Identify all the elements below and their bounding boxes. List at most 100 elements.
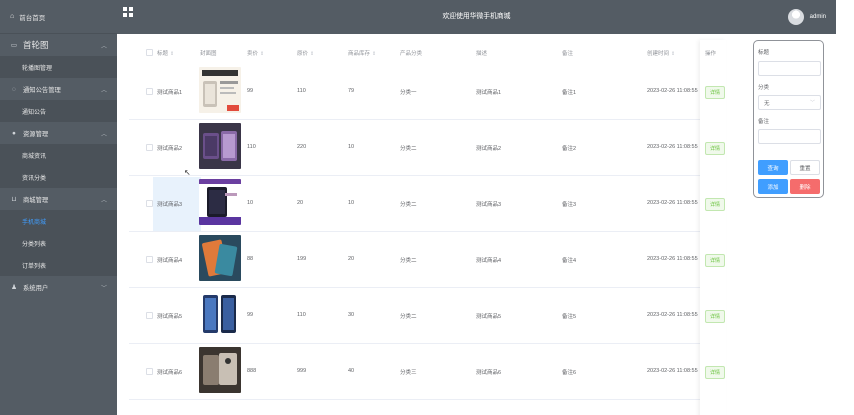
product-thumbnail bbox=[199, 347, 241, 393]
detail-button[interactable]: 详情 bbox=[705, 142, 725, 155]
sidebar-group-mall[interactable]: ⊔ 商城管理 ︿ bbox=[0, 188, 117, 210]
home-icon: ⌂ bbox=[10, 13, 15, 20]
sidebar-brand-home[interactable]: ⌂ 前台首页 bbox=[0, 0, 117, 34]
row-checkbox[interactable] bbox=[146, 200, 153, 207]
username[interactable]: admin bbox=[810, 14, 826, 20]
page-scrollbar[interactable] bbox=[836, 0, 854, 415]
filter-note-input[interactable] bbox=[758, 129, 821, 144]
filter-title-label: 标题 bbox=[758, 50, 770, 56]
filter-title-input[interactable] bbox=[758, 61, 821, 76]
sidebar-item-category-list[interactable]: 分类列表 bbox=[0, 232, 117, 254]
cell-desc: 测试商品5 bbox=[476, 314, 502, 320]
cell-orig-price: 110 bbox=[297, 312, 306, 318]
col-category: 产品分类 bbox=[400, 51, 423, 57]
sidebar-item-label: 资讯分类 bbox=[22, 175, 47, 182]
row-checkbox[interactable] bbox=[146, 256, 153, 263]
cell-orig-price: 999 bbox=[297, 368, 307, 374]
table-row[interactable]: 测试商品1 99 110 79 分类一 测试商品1 备注1 2023-02-26… bbox=[129, 64, 708, 120]
table-row[interactable]: 测试商品3 10 20 10 分类二 测试商品3 备注3 2023-02-26 … bbox=[129, 176, 708, 232]
sidebar-item-news[interactable]: 商城资讯 bbox=[0, 144, 117, 166]
sidebar-group-label: 系统用户 bbox=[23, 284, 49, 292]
cell-created: 2023-02-26 11:08:55 bbox=[647, 368, 698, 374]
col-orig-price[interactable]: 原价 ⇕ bbox=[297, 49, 314, 57]
sidebar-item-news-category[interactable]: 资讯分类 bbox=[0, 166, 117, 188]
table-row[interactable]: 测试商品2 110 220 10 分类二 测试商品2 备注2 2023-02-2… bbox=[129, 120, 708, 176]
col-desc: 描述 bbox=[476, 51, 488, 57]
col-title[interactable]: 标题 ⇕ bbox=[157, 49, 174, 57]
product-thumbnail bbox=[199, 123, 241, 169]
cell-orig-price: 220 bbox=[297, 144, 307, 150]
detail-button[interactable]: 详情 bbox=[705, 86, 725, 99]
reset-button[interactable]: 重置 bbox=[790, 160, 820, 175]
col-created[interactable]: 创建时间 ⇕ bbox=[647, 49, 675, 57]
row-checkbox[interactable] bbox=[146, 312, 153, 319]
cell-desc: 测试商品1 bbox=[476, 90, 502, 96]
detail-button[interactable]: 详情 bbox=[705, 198, 725, 211]
select-all-checkbox[interactable] bbox=[146, 49, 153, 56]
cell-created: 2023-02-26 11:08:55 bbox=[647, 256, 698, 262]
sidebar: ⌂ 前台首页 ▭ 首轮图 ︿ 轮播图管理 ◌ 通知公告管理 ︿ 通知公告 ● 资… bbox=[0, 0, 117, 415]
sidebar-item-label: 通知公告 bbox=[22, 109, 47, 116]
filter-note-label: 备注 bbox=[758, 119, 770, 125]
cell-price: 110 bbox=[247, 144, 256, 150]
cell-price: 888 bbox=[247, 368, 257, 374]
cell-category: 分类二 bbox=[400, 202, 417, 208]
sidebar-group-resource[interactable]: ● 资源管理 ︿ bbox=[0, 122, 117, 144]
sort-icon: ⇕ bbox=[260, 51, 265, 57]
cell-note: 备注6 bbox=[562, 370, 577, 376]
table-row[interactable]: 测试商品4 88 199 20 分类二 测试商品4 备注4 2023-02-26… bbox=[129, 232, 708, 288]
cell-stock: 10 bbox=[348, 144, 355, 150]
cell-title: 测试商品3 bbox=[157, 202, 183, 208]
sidebar-item-label: 商城资讯 bbox=[22, 153, 47, 160]
cell-desc: 测试商品3 bbox=[476, 202, 502, 208]
query-button[interactable]: 查询 bbox=[758, 160, 788, 175]
cell-category: 分类二 bbox=[400, 258, 417, 264]
sidebar-item-notice[interactable]: 通知公告 bbox=[0, 100, 117, 122]
cart-icon: ⊔ bbox=[11, 196, 17, 203]
product-thumbnail bbox=[199, 179, 241, 225]
chevron-up-icon: ︿ bbox=[100, 197, 107, 204]
col-price[interactable]: 卖价 ⇕ bbox=[247, 49, 264, 57]
user-icon: ♟ bbox=[11, 284, 17, 291]
cell-stock: 40 bbox=[348, 368, 355, 374]
col-stock[interactable]: 商品库存 ⇕ bbox=[348, 49, 376, 57]
sidebar-group-notice[interactable]: ◌ 通知公告管理 ︿ bbox=[0, 78, 117, 100]
add-button[interactable]: 添加 bbox=[758, 179, 788, 194]
row-checkbox[interactable] bbox=[146, 144, 153, 151]
cell-desc: 测试商品6 bbox=[476, 370, 502, 376]
col-actions-header: 操作 bbox=[705, 51, 717, 57]
filter-category-label: 分类 bbox=[758, 85, 770, 91]
sidebar-item-label: 轮播图管理 bbox=[22, 65, 53, 72]
sidebar-item-order-list[interactable]: 订单列表 bbox=[0, 254, 117, 276]
sidebar-item-label: 手机商城 bbox=[22, 219, 47, 226]
sidebar-group-label: 通知公告管理 bbox=[23, 86, 61, 94]
cell-note: 备注5 bbox=[562, 314, 577, 320]
sidebar-menu: ▭ 首轮图 ︿ 轮播图管理 ◌ 通知公告管理 ︿ 通知公告 ● 资源管理 ︿ 商… bbox=[0, 34, 117, 298]
sort-icon: ⇕ bbox=[671, 51, 676, 57]
bell-icon: ◌ bbox=[12, 85, 16, 93]
table-header: 标题⇕ 封面图 卖价⇕ 原价⇕ 商品库存⇕ 产品分类 描述 备注 创建时间⇕ 操… bbox=[129, 40, 716, 64]
cell-title: 测试商品6 bbox=[157, 370, 183, 376]
filter-category-select[interactable]: 无 ﹀ bbox=[758, 95, 821, 110]
cell-title: 测试商品5 bbox=[157, 314, 183, 320]
table-row[interactable]: 测试商品5 99 110 30 分类二 测试商品5 备注5 2023-02-26… bbox=[129, 288, 708, 344]
row-checkbox[interactable] bbox=[146, 368, 153, 375]
sidebar-group-banner[interactable]: ▭ 首轮图 ︿ bbox=[0, 34, 117, 56]
sidebar-item-phone-mall[interactable]: 手机商城 bbox=[0, 210, 117, 232]
main-content: 标题⇕ 封面图 卖价⇕ 原价⇕ 商品库存⇕ 产品分类 描述 备注 创建时间⇕ 操… bbox=[117, 34, 836, 415]
sort-icon: ⇕ bbox=[170, 51, 175, 57]
avatar[interactable] bbox=[788, 9, 804, 25]
sidebar-item-banner-manage[interactable]: 轮播图管理 bbox=[0, 56, 117, 78]
detail-button[interactable]: 详情 bbox=[705, 366, 725, 379]
table-row[interactable]: 测试商品6 888 999 40 分类三 测试商品6 备注6 2023-02-2… bbox=[129, 344, 708, 400]
product-thumbnail bbox=[199, 67, 241, 113]
delete-button[interactable]: 删除 bbox=[790, 179, 820, 194]
detail-button[interactable]: 详情 bbox=[705, 310, 725, 323]
detail-button[interactable]: 详情 bbox=[705, 254, 725, 267]
col-cover: 封面图 bbox=[200, 51, 217, 57]
chevron-up-icon: ︿ bbox=[100, 131, 107, 138]
cell-category: 分类二 bbox=[400, 314, 417, 320]
row-checkbox[interactable] bbox=[146, 88, 153, 95]
sidebar-group-users[interactable]: ♟ 系统用户 ﹀ bbox=[0, 276, 117, 298]
cell-stock: 10 bbox=[348, 200, 355, 206]
